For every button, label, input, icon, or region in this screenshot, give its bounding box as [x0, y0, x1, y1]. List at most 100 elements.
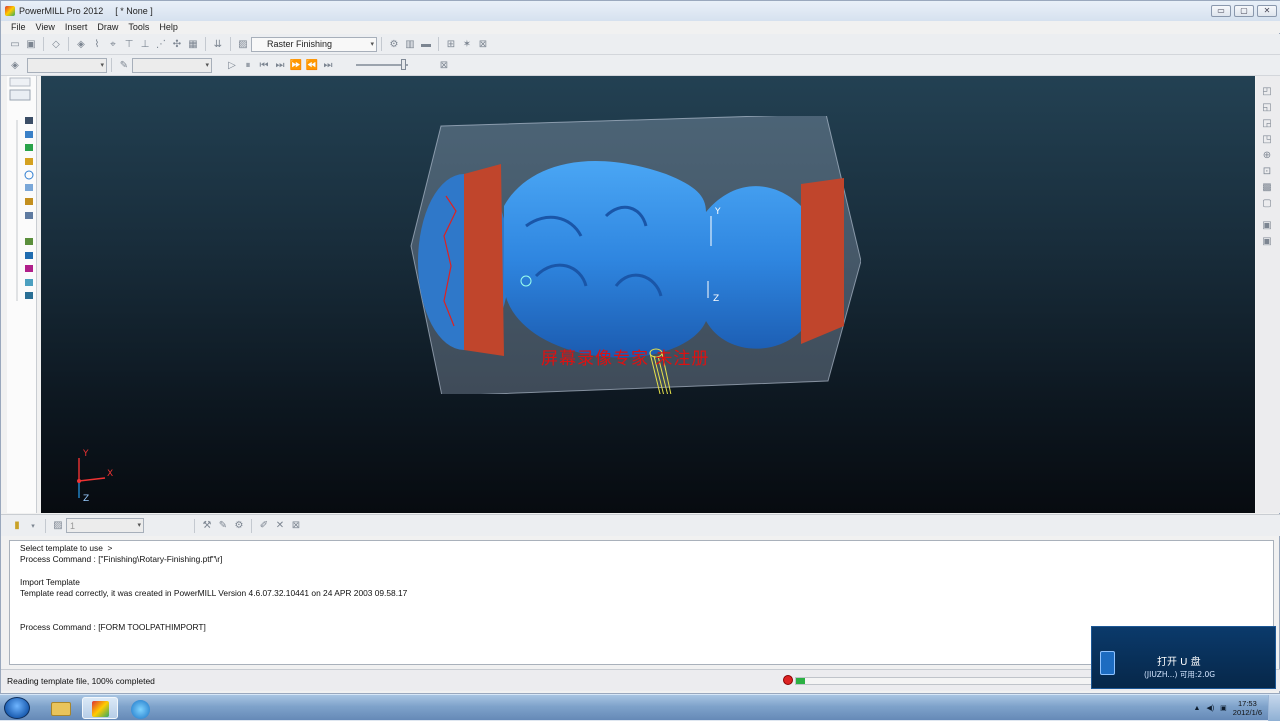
statue-model	[504, 160, 801, 358]
clock[interactable]: 17:53 2012/1/6	[1233, 699, 1262, 717]
stop-icon[interactable]	[783, 675, 793, 685]
usb-notification[interactable]: 打开 U 盘 (JIUZH...) 可用:2.0G	[1091, 626, 1276, 689]
browser-icon	[131, 700, 150, 719]
block-toggle-icon[interactable]: ▣	[1260, 234, 1274, 248]
view-front-icon[interactable]: ◲	[1260, 116, 1274, 130]
explorer-tree	[9, 77, 34, 301]
strategy-icon[interactable]: ▨	[236, 37, 250, 51]
workplanes-icon	[25, 212, 33, 219]
tool-delete-icon[interactable]: ✕	[273, 519, 287, 533]
output-line: Process Command : [FORM TOOLPATHIMPORT]	[20, 622, 206, 633]
tool-copy-icon[interactable]: ⚙	[232, 519, 246, 533]
zoom-icon[interactable]: ⊕	[1260, 148, 1274, 162]
fast-forward-icon[interactable]: ⏩	[289, 58, 303, 72]
pause-icon[interactable]: ⏸	[241, 58, 255, 72]
command-output: Select template to use > Process Command…	[9, 540, 1274, 665]
machine-tool-icon	[25, 117, 33, 124]
strategy-select[interactable]: Raster Finishing ▾	[251, 36, 377, 52]
tool-icon[interactable]: ◇	[49, 37, 63, 51]
axis-y-label: Y	[82, 449, 89, 459]
slider-knob[interactable]	[401, 59, 406, 70]
simulation-icon[interactable]: ◈	[8, 58, 22, 72]
tool-select[interactable]: ▾	[132, 57, 212, 73]
menu-view[interactable]: View	[31, 21, 60, 33]
stock-models-icon	[25, 265, 33, 272]
leads-icon[interactable]: ⌖	[106, 37, 120, 51]
boundary-icon[interactable]: ⋰	[154, 37, 168, 51]
zoom-fit-icon[interactable]: ⊡	[1260, 164, 1274, 178]
taskbar-powermill[interactable]	[82, 697, 118, 719]
shaded-icon[interactable]: ▩	[1260, 180, 1274, 194]
tool-database-icon[interactable]: ▨	[51, 519, 65, 533]
end-point-icon[interactable]: ⊥	[138, 37, 152, 51]
simulate-icon[interactable]: ⊞	[444, 37, 458, 51]
toolpath-icon[interactable]: ▦	[186, 37, 200, 51]
menu-tools[interactable]: Tools	[123, 21, 154, 33]
close-toolbar-icon[interactable]: ⊠	[476, 37, 490, 51]
volume-icon[interactable]: ◀)	[1206, 704, 1214, 712]
block-icon[interactable]: ◈	[74, 37, 88, 51]
feeds-icon[interactable]: ⌇	[90, 37, 104, 51]
wireframe-icon[interactable]: ▢	[1260, 196, 1274, 210]
graphics-viewport[interactable]: Y Z 屏幕录像专家 未注册 Y X Z	[41, 76, 1255, 513]
delete-icon[interactable]: ▥	[403, 37, 417, 51]
menu-insert[interactable]: Insert	[60, 21, 93, 33]
tool-number-select[interactable]: 1 ▾	[66, 518, 144, 533]
step-back-icon[interactable]: ⏮	[257, 58, 271, 72]
view-iso-icon[interactable]: ◰	[1260, 84, 1274, 98]
chevron-down-icon: ▾	[205, 61, 209, 69]
stock-end-left-band	[464, 164, 504, 356]
go-to-end-icon[interactable]: ⏭	[321, 58, 335, 72]
save-icon[interactable]: ▣	[24, 37, 38, 51]
maximize-button[interactable]: ▢	[1234, 5, 1254, 17]
models-icon	[25, 252, 33, 259]
view-top-icon[interactable]: ◱	[1260, 100, 1274, 114]
tool-create-icon[interactable]: ▮	[10, 519, 24, 533]
calc-icon[interactable]: ⇊	[211, 37, 225, 51]
menu-file[interactable]: File	[1, 21, 31, 33]
open-icon[interactable]: ▭	[8, 37, 22, 51]
settings-icon[interactable]: ⚙	[387, 37, 401, 51]
toolpath-select[interactable]: ▾	[27, 57, 107, 73]
shade-toggle-icon[interactable]: ▣	[1260, 218, 1274, 232]
usb-subtitle: (JIUZH...) 可用:2.0G	[1144, 670, 1216, 679]
status-text: Reading template file, 100% completed	[7, 675, 155, 686]
taskbar-browser[interactable]	[122, 697, 158, 719]
ruler-icon[interactable]: ▬	[419, 37, 433, 51]
start-point-icon[interactable]: ⊤	[122, 37, 136, 51]
menu-help[interactable]: Help	[154, 21, 183, 33]
pattern-icon[interactable]: ✣	[170, 37, 184, 51]
start-button[interactable]	[4, 697, 30, 719]
windows-taskbar: ▲ ◀) ▣ 17:53 2012/1/6	[0, 694, 1280, 721]
minimize-button[interactable]: ▭	[1211, 5, 1231, 17]
view-side-icon[interactable]: ◳	[1260, 132, 1274, 146]
taskbar-explorer[interactable]	[42, 697, 78, 719]
document-title: [ * None ]	[115, 6, 153, 16]
tool-edit-icon[interactable]: ✎	[216, 519, 230, 533]
output-line: Import Template	[20, 576, 80, 587]
levels-icon	[25, 238, 33, 245]
show-desktop-button[interactable]	[1268, 695, 1280, 721]
speed-slider[interactable]	[356, 59, 408, 70]
close-tool-toolbar-icon[interactable]: ⊠	[289, 519, 303, 533]
tool-brush-icon[interactable]: ✐	[257, 519, 271, 533]
rewind-icon[interactable]: ⏪	[305, 58, 319, 72]
step-forward-icon[interactable]: ⏭	[273, 58, 287, 72]
tray-arrow-icon[interactable]: ▲	[1194, 705, 1201, 712]
collision-icon[interactable]: ✶	[460, 37, 474, 51]
close-sim-toolbar-icon[interactable]: ⊠	[437, 58, 451, 72]
powermill-window: PowerMILL Pro 2012 [ * None ] ▭ ▢ ✕ File…	[0, 0, 1280, 694]
close-button[interactable]: ✕	[1257, 5, 1277, 17]
play-icon[interactable]: ▷	[225, 58, 239, 72]
tool-sim-icon[interactable]: ✎	[117, 58, 131, 72]
model-axis-z: Z	[713, 294, 719, 304]
tool-holder-icon[interactable]: ⚒	[200, 519, 214, 533]
simulation-toolbar: ◈ ▾ ✎ ▾ ▷ ⏸ ⏮ ⏭ ⏩ ⏪ ⏭ ⊠	[1, 55, 1280, 76]
network-icon[interactable]: ▣	[1220, 704, 1227, 712]
status-bar: Reading template file, 100% completed	[1, 669, 1280, 691]
app-title: PowerMILL Pro 2012	[19, 6, 104, 16]
menu-draw[interactable]: Draw	[92, 21, 123, 33]
chevron-down-icon[interactable]: ▾	[26, 519, 40, 533]
